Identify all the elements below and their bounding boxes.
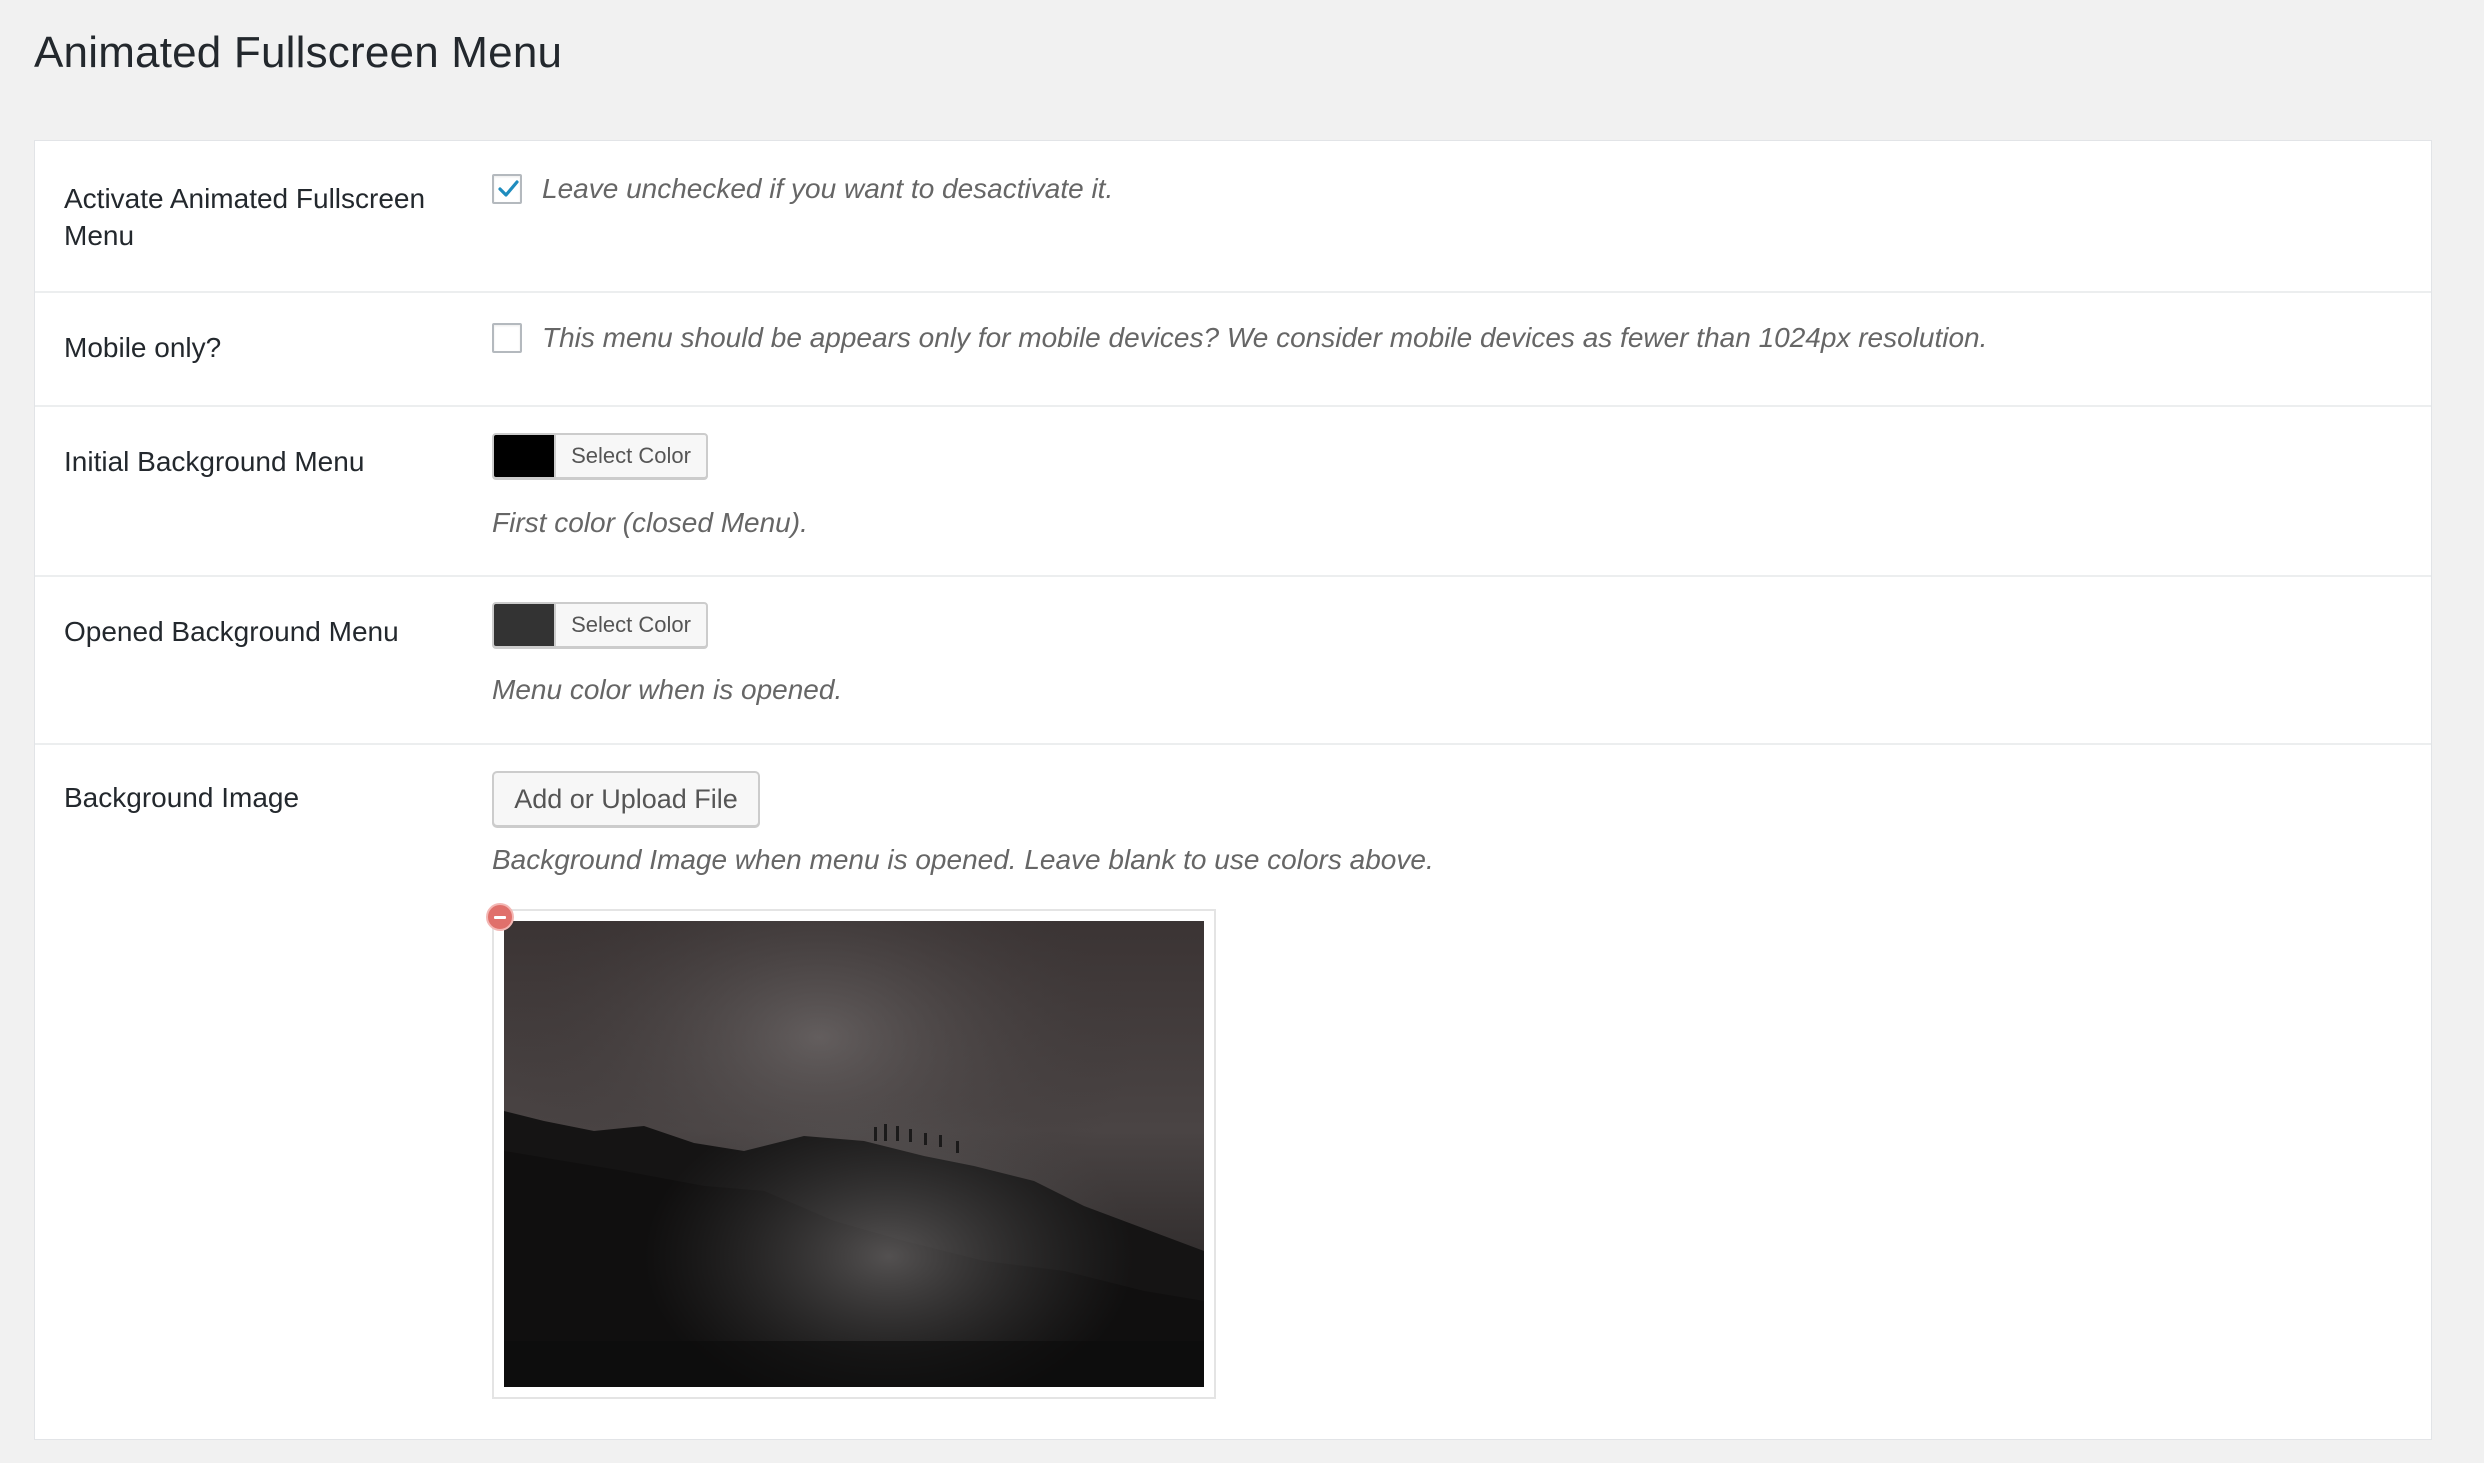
- select-color-button[interactable]: Select Color: [556, 435, 706, 477]
- opened-bg-label: Opened Background Menu: [64, 616, 399, 647]
- page-title: Animated Fullscreen Menu: [34, 28, 563, 77]
- row-mobile: Mobile only? This menu should be appears…: [35, 291, 2431, 407]
- activate-description: Leave unchecked if you want to desactiva…: [542, 173, 1114, 204]
- mobile-checkbox[interactable]: [492, 323, 522, 353]
- initial-bg-label: Initial Background Menu: [64, 446, 365, 477]
- initial-bg-color-picker[interactable]: Select Color: [492, 433, 708, 479]
- image-preview: [492, 909, 1216, 1399]
- activate-label: Activate Animated Fullscreen Menu: [64, 183, 426, 251]
- initial-bg-description: First color (closed Menu).: [492, 507, 808, 538]
- opened-bg-color-picker[interactable]: Select Color: [492, 602, 708, 648]
- row-bg-image: Background Image Add or Upload File Back…: [35, 743, 2431, 1463]
- checkmark-icon: [498, 180, 519, 197]
- row-activate: Activate Animated Fullscreen Menu Leave …: [35, 141, 2431, 293]
- row-initial-bg: Initial Background Menu Select Color Fir…: [35, 405, 2431, 577]
- opened-bg-description: Menu color when is opened.: [492, 674, 843, 705]
- bg-image-description: Background Image when menu is opened. Le…: [492, 844, 1434, 875]
- add-upload-file-button[interactable]: Add or Upload File: [492, 771, 760, 827]
- activate-checkbox[interactable]: [492, 174, 522, 204]
- select-color-button[interactable]: Select Color: [556, 604, 706, 646]
- remove-image-icon[interactable]: [486, 903, 514, 931]
- row-opened-bg: Opened Background Menu Select Color Menu…: [35, 575, 2431, 745]
- mobile-description: This menu should be appears only for mob…: [542, 322, 1988, 353]
- misty-mountain-image: [504, 921, 1204, 1387]
- opened-bg-swatch[interactable]: [494, 604, 556, 646]
- initial-bg-swatch[interactable]: [494, 435, 556, 477]
- background-image-thumbnail: [504, 921, 1204, 1387]
- settings-form: Activate Animated Fullscreen Menu Leave …: [34, 140, 2432, 1440]
- bg-image-label: Background Image: [64, 782, 300, 813]
- mobile-label: Mobile only?: [64, 332, 222, 363]
